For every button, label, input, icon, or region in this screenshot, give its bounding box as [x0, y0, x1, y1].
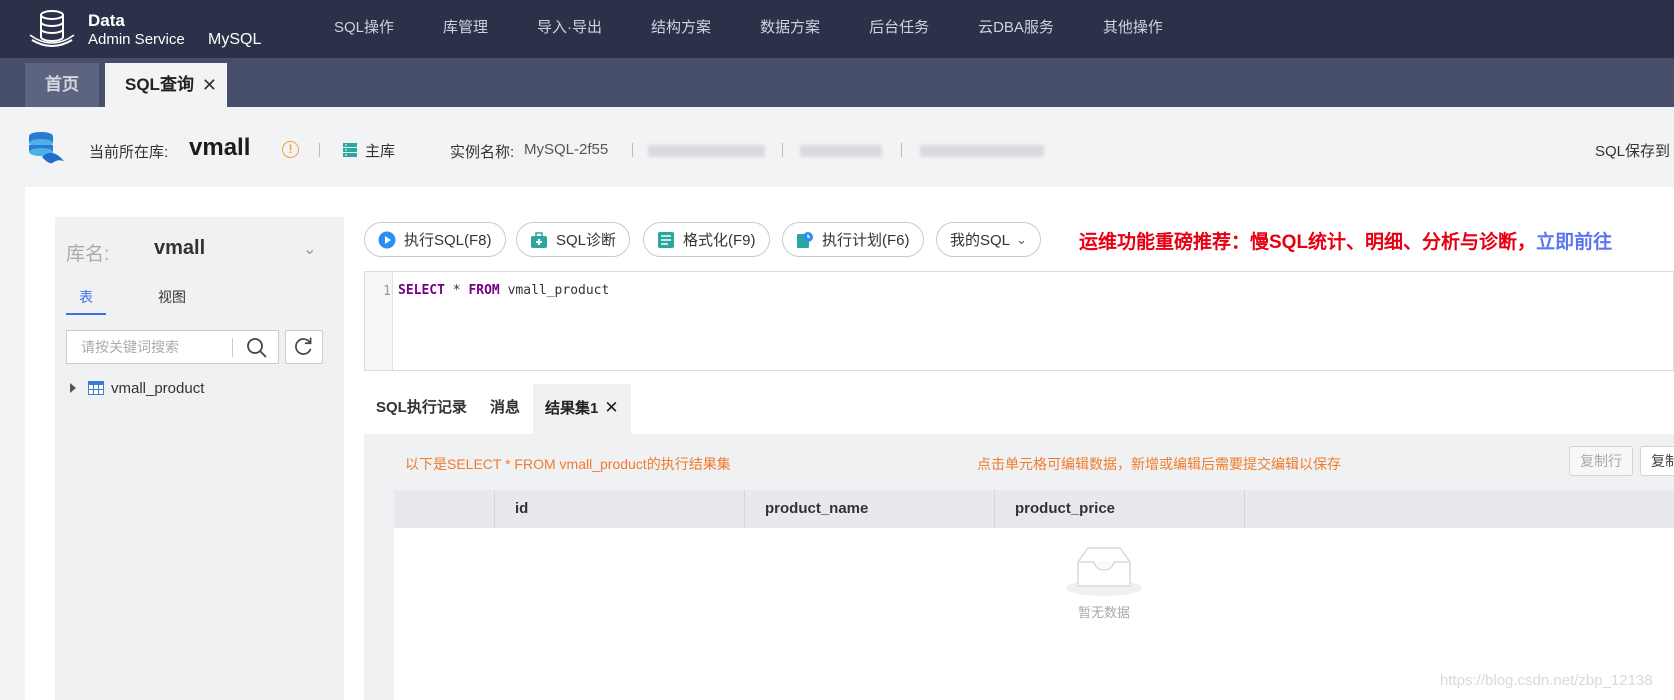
main-menu: SQL操作 库管理 导入·导出 结构方案 数据方案 后台任务 云DBA服务 其他… — [334, 0, 1212, 58]
database-dolphin-icon — [29, 132, 64, 164]
table-search-box — [66, 330, 279, 364]
copy-button[interactable]: 复制 — [1640, 446, 1674, 476]
document-icon — [658, 231, 674, 248]
menu-item-db-manage[interactable]: 库管理 — [443, 0, 488, 58]
result-table-header: id product_name product_price — [394, 490, 1674, 528]
format-button[interactable]: 格式化(F9) — [643, 222, 770, 257]
divider — [782, 143, 783, 157]
brand-line-1: Data — [88, 11, 125, 30]
line-number: 1 — [383, 284, 391, 299]
chevron-down-icon: ⌄ — [1016, 231, 1027, 247]
execution-plan-button[interactable]: 执行计划(F6) — [782, 222, 924, 257]
sql-keyword-select: SELECT — [398, 283, 445, 298]
divider — [632, 143, 633, 157]
result-message: 以下是SELECT * FROM vmall_product的执行结果集 — [405, 456, 731, 472]
tab-home[interactable]: 首页 — [25, 63, 99, 107]
page-tab-bar: 首页 SQL查询 ✕ — [0, 58, 1674, 107]
menu-item-background-tasks[interactable]: 后台任务 — [869, 0, 929, 58]
db-info-bar: 当前所在库: vmall ! 主库 实例名称: MySQL-2f55 SQL保存… — [0, 107, 1674, 187]
menu-item-import-export[interactable]: 导入·导出 — [537, 0, 602, 58]
my-sql-dropdown[interactable]: 我的SQL ⌄ — [936, 222, 1041, 257]
sql-keyword-from: FROM — [468, 283, 500, 298]
redacted-field — [800, 145, 882, 157]
promo-text: 运维功能重磅推荐：慢SQL统计、明细、分析与诊断， — [1079, 232, 1537, 253]
table-name-label: vmall_product — [111, 379, 205, 397]
refresh-icon[interactable] — [285, 330, 323, 364]
expand-arrow-icon[interactable] — [70, 383, 76, 393]
sql-code-line[interactable]: SELECT * FROM vmall_product — [398, 283, 609, 298]
table-icon — [88, 381, 104, 395]
sql-diagnose-label: SQL诊断 — [556, 232, 617, 249]
menu-item-other-ops[interactable]: 其他操作 — [1103, 0, 1163, 58]
instance-name: MySQL-2f55 — [524, 141, 609, 158]
tab-sql-history[interactable]: SQL执行记录 — [376, 384, 467, 434]
empty-data-text: 暂无数据 — [1077, 605, 1130, 620]
edit-hint: 点击单元格可编辑数据，新增或编辑后需要提交编辑以保存 — [977, 456, 1341, 472]
brand-line-2: Admin Service — [88, 31, 185, 48]
current-db-label: 当前所在库: — [89, 144, 169, 161]
instance-label: 实例名称: — [450, 144, 515, 161]
format-label: 格式化(F9) — [683, 232, 756, 249]
close-result-tab-icon[interactable]: ✕ — [604, 398, 618, 417]
column-header-product-name[interactable]: product_name — [744, 490, 994, 528]
db-select-value[interactable]: vmall — [154, 237, 205, 260]
promo-link[interactable]: 立即前往 — [1536, 232, 1612, 253]
divider — [901, 143, 902, 157]
db-role-label: 主库 — [365, 143, 396, 160]
menu-item-schema-plan[interactable]: 结构方案 — [651, 0, 711, 58]
db-select-label: 库名: — [66, 244, 110, 265]
sql-editor[interactable]: 1 SELECT * FROM vmall_product — [364, 271, 1674, 371]
execute-sql-button[interactable]: 执行SQL(F8) — [364, 222, 506, 257]
execution-plan-label: 执行计划(F6) — [822, 232, 910, 249]
empty-inbox-icon — [1066, 547, 1142, 596]
result-table: id product_name product_price 暂无数据 — [394, 490, 1674, 700]
save-sql-link[interactable]: SQL保存到 — [1595, 140, 1670, 161]
tab-tables[interactable]: 表 — [66, 287, 106, 315]
watermark-text: https://blog.csdn.net/zbp_12138 — [1440, 672, 1653, 689]
table-search-input[interactable] — [67, 331, 232, 363]
sql-star: * — [444, 283, 469, 298]
promo-banner: 运维功能重磅推荐：慢SQL统计、明细、分析与诊断，立即前往 — [1079, 227, 1612, 254]
tab-sql-query[interactable]: SQL查询 ✕ — [105, 63, 227, 107]
redacted-field — [920, 145, 1044, 157]
sql-table-name: vmall_product — [499, 283, 610, 298]
result-panel: 以下是SELECT * FROM vmall_product的执行结果集 点击单… — [364, 434, 1674, 700]
execute-sql-label: 执行SQL(F8) — [404, 232, 492, 249]
current-db-name: vmall — [189, 134, 251, 161]
tab-views[interactable]: 视图 — [158, 287, 186, 307]
top-nav-bar: Data Admin Service MySQL SQL操作 库管理 导入·导出… — [0, 0, 1674, 58]
tab-messages[interactable]: 消息 — [490, 384, 520, 434]
close-tab-icon[interactable]: ✕ — [202, 63, 217, 107]
redacted-field — [648, 145, 765, 157]
table-tree-item[interactable]: vmall_product — [70, 375, 204, 401]
menu-item-cloud-dba[interactable]: 云DBA服务 — [978, 0, 1054, 58]
divider — [232, 338, 233, 357]
tab-result-set-1[interactable]: 结果集1 ✕ — [533, 384, 631, 434]
search-icon[interactable] — [239, 334, 275, 360]
plan-clock-icon — [797, 231, 813, 248]
brand-db-type: MySQL — [208, 31, 262, 48]
play-icon — [378, 231, 396, 248]
column-header-product-price[interactable]: product_price — [994, 490, 1244, 528]
server-icon — [343, 143, 357, 157]
column-header-id[interactable]: id — [494, 490, 744, 528]
menu-item-sql-ops[interactable]: SQL操作 — [334, 0, 394, 58]
divider — [319, 143, 320, 157]
tab-result-set-1-label: 结果集1 — [545, 400, 599, 417]
column-header-empty — [1244, 490, 1674, 528]
sql-diagnose-button[interactable]: SQL诊断 — [516, 222, 631, 257]
chevron-down-icon[interactable]: ⌄ — [303, 239, 316, 259]
menu-item-data-plan[interactable]: 数据方案 — [760, 0, 820, 58]
copy-row-button[interactable]: 复制行 — [1569, 446, 1633, 476]
database-logo-icon — [29, 10, 75, 47]
editor-gutter: 1 — [365, 272, 393, 370]
my-sql-label: 我的SQL — [950, 232, 1011, 249]
medical-kit-icon — [531, 231, 547, 248]
tab-sql-query-label: SQL查询 — [125, 75, 194, 94]
object-browser-panel: 库名: vmall ⌄ 表 视图 vmall_product — [55, 217, 344, 700]
info-icon[interactable]: ! — [282, 141, 299, 158]
brand-text: Data Admin Service — [88, 11, 185, 49]
